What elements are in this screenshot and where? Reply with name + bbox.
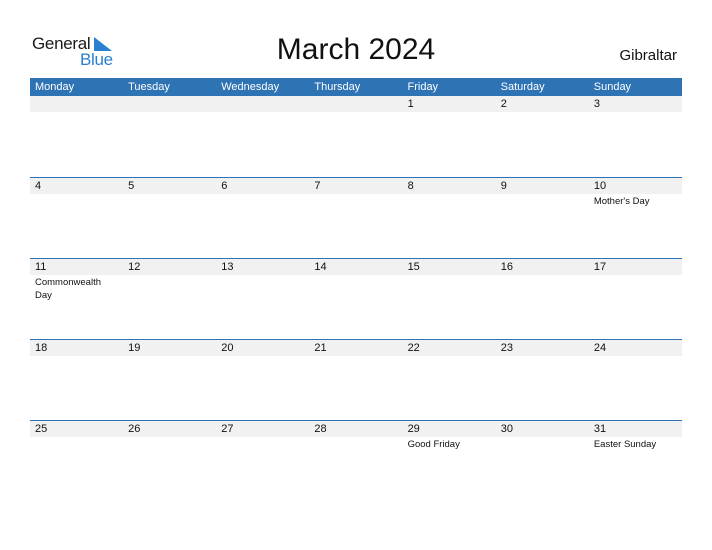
- day-number: 29: [407, 423, 420, 435]
- day-cell: 18: [30, 340, 123, 420]
- day-number: 20: [221, 342, 234, 354]
- week-row: 11 Commonwealth Day 12 13 14 15 16 17: [30, 258, 682, 340]
- day-cell: 17: [589, 259, 682, 339]
- weekday-sunday: Sunday: [593, 81, 632, 93]
- day-cell: 21: [309, 340, 402, 420]
- weekday-tuesday: Tuesday: [128, 81, 170, 93]
- day-cell: 24: [589, 340, 682, 420]
- week-row: 1 2 3: [30, 96, 682, 177]
- day-cell: 13: [216, 259, 309, 339]
- day-number: 16: [500, 261, 513, 273]
- day-number: 24: [593, 342, 607, 354]
- day-cell: 14: [309, 259, 402, 339]
- day-cell: 27: [216, 421, 309, 501]
- day-number: 4: [35, 180, 42, 192]
- day-cell: [309, 96, 402, 176]
- day-number: 21: [314, 342, 327, 354]
- weekday-wednesday: Wednesday: [221, 81, 280, 93]
- day-number: 18: [35, 342, 48, 354]
- day-number: 10: [593, 180, 607, 192]
- day-cell: 29 Good Friday: [403, 421, 496, 501]
- day-cell: 6: [216, 178, 309, 258]
- day-cell: 8: [403, 178, 496, 258]
- day-cell: [30, 96, 123, 176]
- day-cell: 9: [496, 178, 589, 258]
- weekday-monday: Monday: [35, 81, 75, 93]
- day-number: 9: [500, 180, 507, 192]
- day-cell: 20: [216, 340, 309, 420]
- day-cell: 10 Mother's Day: [589, 178, 682, 258]
- week-row: 18 19 20 21 22 23 24: [30, 339, 682, 421]
- weekday-friday: Friday: [407, 81, 439, 93]
- day-cell: 28: [309, 421, 402, 501]
- calendar-title: March 2024: [276, 33, 436, 66]
- day-number: 6: [221, 180, 228, 192]
- day-cell: 5: [123, 178, 216, 258]
- day-number: 12: [128, 261, 141, 273]
- week-row: 25 26 27 28 29 Good Friday 30 31 Easter Sunday: [30, 420, 682, 502]
- day-number: 11: [35, 261, 47, 273]
- day-cell: 15: [403, 259, 496, 339]
- weekday-thursday: Thursday: [314, 81, 361, 93]
- holiday-label: Mother's Day: [593, 196, 650, 207]
- day-cell: 4: [30, 178, 123, 258]
- day-cell: 3: [589, 96, 682, 176]
- day-cell: 30: [496, 421, 589, 501]
- day-number: 31: [593, 423, 607, 435]
- holiday-label: Good Friday: [407, 439, 460, 450]
- weekday-saturday: Saturday: [500, 81, 545, 93]
- day-cell: 12: [123, 259, 216, 339]
- day-number: 23: [500, 342, 513, 354]
- day-cell: 16: [496, 259, 589, 339]
- day-number: 17: [593, 261, 607, 273]
- holiday-label: Commonwealth Day: [35, 277, 101, 301]
- day-number: 28: [314, 423, 327, 435]
- day-number: 15: [407, 261, 420, 273]
- day-number: 26: [128, 423, 141, 435]
- day-cell: 31 Easter Sunday: [589, 421, 682, 501]
- day-cell: 19: [123, 340, 216, 420]
- country-label: Gibraltar: [619, 47, 677, 64]
- day-number: 22: [407, 342, 420, 354]
- day-cell: 2: [496, 96, 589, 176]
- day-number: 27: [221, 423, 234, 435]
- day-cell: 11 Commonwealth Day: [30, 259, 123, 339]
- day-number: 8: [407, 180, 414, 192]
- day-cell: 22: [403, 340, 496, 420]
- day-cell: 25: [30, 421, 123, 501]
- day-cell: 1: [403, 96, 496, 176]
- day-number: 13: [221, 261, 234, 273]
- day-number: 3: [593, 98, 600, 110]
- day-number: 7: [314, 180, 321, 192]
- day-cell: 23: [496, 340, 589, 420]
- day-number: 30: [500, 423, 513, 435]
- day-number: 14: [314, 261, 327, 273]
- day-number: 1: [407, 98, 414, 110]
- day-cell: 7: [309, 178, 402, 258]
- day-number: 2: [500, 98, 507, 110]
- day-number: 19: [128, 342, 141, 354]
- week-row: 4 5 6 7 8 9 10 Mother's Day: [30, 177, 682, 259]
- day-cell: [123, 96, 216, 176]
- holiday-label: Easter Sunday: [593, 439, 657, 450]
- weekday-header: Monday Tuesday Wednesday Thursday Friday…: [30, 78, 682, 96]
- day-cell: 26: [123, 421, 216, 501]
- day-cell: [216, 96, 309, 176]
- day-number: 5: [128, 180, 135, 192]
- day-number: 25: [35, 423, 48, 435]
